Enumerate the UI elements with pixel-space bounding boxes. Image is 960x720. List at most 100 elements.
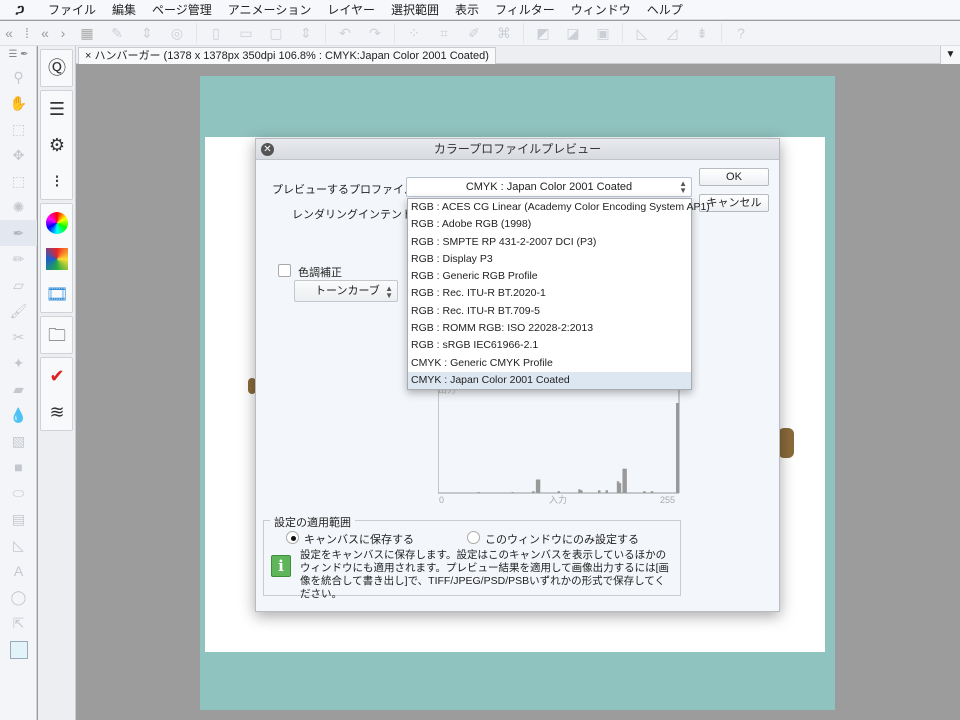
zoom-tool-icon[interactable]: ⚲: [0, 64, 37, 90]
collapse-left-icon[interactable]: «: [4, 23, 14, 43]
collapse-icon[interactable]: «: [40, 23, 50, 43]
color-wheel-icon[interactable]: [41, 204, 73, 240]
profile-select[interactable]: CMYK : Japan Color 2001 Coated ▲ ▼: [406, 177, 692, 197]
profile-option[interactable]: RGB : Display P3: [408, 251, 691, 268]
histogram-x-max: 255: [660, 495, 675, 504]
ok-button[interactable]: OK: [699, 168, 769, 186]
fill-tool-icon[interactable]: 💧: [0, 402, 37, 428]
ruler-icon[interactable]: ◺: [631, 23, 653, 43]
curve-ruler-icon[interactable]: ◿: [661, 23, 683, 43]
histogram-bar: [598, 490, 601, 493]
navigator-icon[interactable]: Ⓠ: [41, 50, 73, 86]
updown-icon[interactable]: ⇕: [295, 23, 317, 43]
profile-option[interactable]: RGB : Rec. ITU-R BT.709-5: [408, 303, 691, 320]
move-tool-icon[interactable]: ✥: [0, 142, 37, 168]
menu-layer[interactable]: レイヤー: [319, 1, 383, 18]
command-bar: « ⁞ « › ▦ ✎ ⇕ ◎ ▯ ▭ ▢ ⇕ ↶ ↷ ⁘ ⌗ ✐ ⌘ ◩ ◪ …: [0, 21, 960, 46]
swirl-icon[interactable]: ◎: [166, 23, 188, 43]
histogram-bar: [532, 491, 535, 493]
pen-icon[interactable]: ✐: [463, 23, 485, 43]
selection-tool-icon[interactable]: ⬚: [0, 168, 37, 194]
profile-option[interactable]: RGB : ACES CG Linear (Academy Color Enco…: [408, 199, 710, 216]
sub-tool-icon[interactable]: ☰: [41, 91, 73, 127]
material-icon[interactable]: 🗀: [41, 317, 73, 353]
menu-view[interactable]: 表示: [447, 1, 487, 18]
profile-option[interactable]: RGB : Rec. ITU-R BT.2020-1: [408, 285, 691, 302]
profile-option[interactable]: RGB : Adobe RGB (1998): [408, 216, 691, 233]
frame-tool-icon[interactable]: ▤: [0, 506, 37, 532]
menu-selection[interactable]: 選択範囲: [383, 1, 447, 18]
menu-page[interactable]: ページ管理: [144, 1, 220, 18]
open-icon[interactable]: ▭: [235, 23, 257, 43]
menu-animation[interactable]: アニメーション: [220, 1, 320, 18]
color-swatch-icon[interactable]: [0, 636, 37, 662]
tool-palette: ☰ ✒ ⚲ ✋ ⬚ ✥ ⬚ ✺ ✒ ✏ ▱ 🖌 ✂ ✦ ▰ 💧 ▧ ■ ⬭ ▤ …: [0, 46, 37, 720]
profile-option[interactable]: CMYK : Generic CMYK Profile: [408, 355, 691, 372]
save-icon[interactable]: ▢: [265, 23, 287, 43]
fill-icon[interactable]: ◪: [562, 23, 584, 43]
animation-icon[interactable]: 🎞: [41, 276, 73, 312]
tool-property-icon[interactable]: ⚙: [41, 127, 73, 163]
pencil-tool-icon[interactable]: ✏: [0, 246, 37, 272]
histogram-bar: [650, 491, 654, 493]
profile-option[interactable]: RGB : sRGB IEC61966-2.1: [408, 337, 691, 354]
help-icon[interactable]: ?: [730, 23, 752, 43]
profile-option[interactable]: RGB : Generic RGB Profile: [408, 268, 691, 285]
profile-option[interactable]: CMYK : Japan Color 2001 Coated: [408, 371, 691, 390]
loading-icon[interactable]: ⁘: [403, 23, 425, 43]
updown-icon[interactable]: ⇕: [136, 23, 158, 43]
text-tool-icon[interactable]: A: [0, 558, 37, 584]
grip-icon[interactable]: ⁞: [22, 23, 32, 43]
pin-icon[interactable]: ⇟: [691, 23, 713, 43]
scale-icon[interactable]: ⌘: [493, 23, 515, 43]
histogram-x-min: 0: [439, 495, 444, 504]
layer-property-icon[interactable]: ✔: [41, 358, 73, 394]
menu-window[interactable]: ウィンドウ: [563, 1, 639, 18]
tab-list-dropdown[interactable]: ▼: [940, 46, 960, 64]
histogram-bar: [676, 403, 679, 493]
palette-menu-icon[interactable]: ☰ ✒: [0, 46, 37, 64]
new-icon[interactable]: ▯: [205, 23, 227, 43]
brush-icon[interactable]: ✎: [106, 23, 128, 43]
brush-size-icon[interactable]: ⁝: [41, 163, 73, 199]
brush-tool-icon[interactable]: 🖌: [0, 298, 37, 324]
eraser-tool-icon[interactable]: ▱: [0, 272, 37, 298]
save-to-canvas-radio[interactable]: [286, 531, 299, 544]
menu-filter[interactable]: フィルター: [487, 1, 563, 18]
operation-tool-icon[interactable]: ⬚: [0, 116, 37, 142]
ruler-tool-icon[interactable]: ◺: [0, 532, 37, 558]
magic-wand-icon[interactable]: ✺: [0, 194, 37, 220]
grid-icon[interactable]: ▦: [76, 23, 98, 43]
menu-help[interactable]: ヘルプ: [639, 1, 691, 18]
app-logo-icon[interactable]: ጋ: [0, 1, 40, 18]
tone-curve-select[interactable]: トーンカーブ ▲ ▼: [294, 280, 398, 302]
tone-correction-checkbox[interactable]: [278, 264, 291, 277]
ellipse-tool-icon[interactable]: ⬭: [0, 480, 37, 506]
transform-icon[interactable]: ⌗: [433, 23, 455, 43]
blend-tool-icon[interactable]: ✂: [0, 324, 37, 350]
profile-option[interactable]: RGB : SMPTE RP 431-2-2007 DCI (P3): [408, 234, 691, 251]
decoration-tool-icon[interactable]: ✦: [0, 350, 37, 376]
undo-icon[interactable]: ↶: [334, 23, 356, 43]
close-icon[interactable]: ✕: [261, 143, 274, 156]
eraser2-tool-icon[interactable]: ▰: [0, 376, 37, 402]
this-window-only-radio[interactable]: [467, 531, 480, 544]
menu-file[interactable]: ファイル: [40, 1, 104, 18]
document-tab[interactable]: × ハンバーガー (1378 x 1378px 350dpi 106.8% : …: [78, 47, 496, 64]
expand-icon[interactable]: ›: [58, 23, 68, 43]
profile-option[interactable]: RGB : ROMM RGB: ISO 22028-2:2013: [408, 320, 691, 337]
clear-icon[interactable]: ◩: [532, 23, 554, 43]
redo-icon[interactable]: ↷: [364, 23, 386, 43]
gradient-tool-icon[interactable]: ▧: [0, 428, 37, 454]
rendering-intent-label: レンダリングインテント:: [292, 209, 417, 221]
correct-line-tool-icon[interactable]: ⇱: [0, 610, 37, 636]
hand-tool-icon[interactable]: ✋: [0, 90, 37, 116]
color-set-icon[interactable]: [41, 240, 73, 276]
balloon-tool-icon[interactable]: ◯: [0, 584, 37, 610]
save-to-canvas-label: キャンバスに保存する: [304, 534, 414, 546]
layer-icon[interactable]: ≋: [41, 394, 73, 430]
frame-icon[interactable]: ▣: [592, 23, 614, 43]
pen-tool-icon[interactable]: ✒: [0, 220, 37, 246]
menu-edit[interactable]: 編集: [104, 1, 144, 18]
shape-tool-icon[interactable]: ■: [0, 454, 37, 480]
